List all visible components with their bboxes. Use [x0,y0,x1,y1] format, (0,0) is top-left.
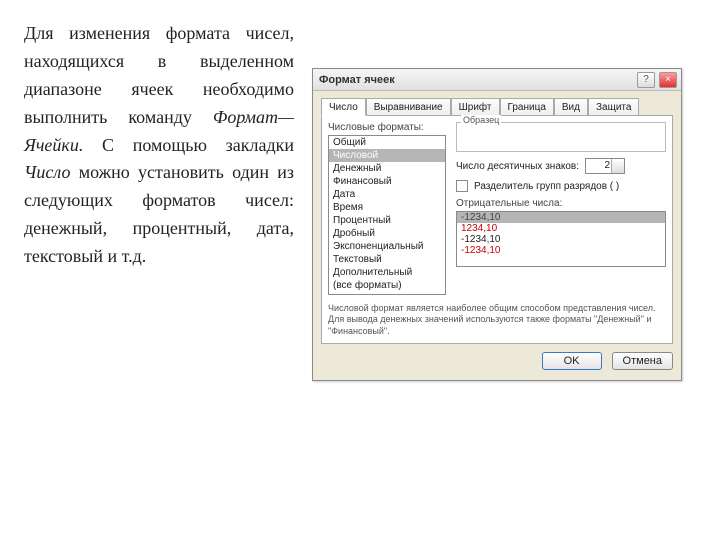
decimals-spinner[interactable]: 2 [585,158,625,174]
tab-alignment[interactable]: Выравнивание [366,98,451,116]
sample-box: Образец [456,122,666,152]
sample-label: Образец [461,115,501,125]
negative-label: Отрицательные числа: [456,198,666,209]
cancel-button[interactable]: Отмена [612,352,673,370]
tab-number[interactable]: Число [321,98,366,116]
decimals-label: Число десятичных знаков: [456,161,579,172]
dialog-title: Формат ячеек [319,74,395,86]
formats-listbox[interactable]: Общий Числовой Денежный Финансовый Дата … [328,135,446,295]
format-item[interactable]: Финансовый [329,175,445,188]
explanatory-paragraph: Для изменения формата чисел, находящихся… [24,20,294,271]
tab-font[interactable]: Шрифт [451,98,500,116]
format-item[interactable]: (все форматы) [329,279,445,292]
negative-item[interactable]: -1234,10 [457,212,665,223]
negative-item[interactable]: 1234,10 [457,223,665,234]
negative-listbox[interactable]: -1234,10 1234,10 -1234,10 -1234,10 [456,211,666,267]
formats-label: Числовые форматы: [328,122,446,133]
format-item[interactable]: Дата [329,188,445,201]
format-item[interactable]: Текстовый [329,253,445,266]
format-item[interactable]: Общий [329,136,445,149]
close-button[interactable]: × [659,72,677,88]
format-description: Числовой формат является наиболее общим … [328,303,666,337]
format-item[interactable]: Денежный [329,162,445,175]
prose-tabname: Число [24,162,70,182]
tab-view[interactable]: Вид [554,98,588,116]
dialog-titlebar: Формат ячеек ? × [313,69,681,91]
format-item[interactable]: Экспоненциальный [329,240,445,253]
format-item-selected[interactable]: Числовой [329,149,445,162]
negative-item[interactable]: -1234,10 [457,234,665,245]
tab-protection[interactable]: Защита [588,98,639,116]
tab-panel-number: Числовые форматы: Общий Числовой Денежны… [321,115,673,344]
ok-button[interactable]: OK [542,352,602,370]
tab-border[interactable]: Граница [500,98,554,116]
format-item[interactable]: Время [329,201,445,214]
format-item[interactable]: Дополнительный [329,266,445,279]
format-cells-dialog: Формат ячеек ? × Число Выравнивание Шриф… [312,68,682,381]
thousands-separator-checkbox[interactable] [456,180,468,192]
tab-strip: Число Выравнивание Шрифт Граница Вид Защ… [321,97,673,115]
negative-item[interactable]: -1234,10 [457,245,665,256]
format-item[interactable]: Процентный [329,214,445,227]
prose-seg2: С помощью закладки [83,135,294,155]
format-item[interactable]: Дробный [329,227,445,240]
thousands-separator-label: Разделитель групп разрядов ( ) [474,181,619,192]
help-button[interactable]: ? [637,72,655,88]
